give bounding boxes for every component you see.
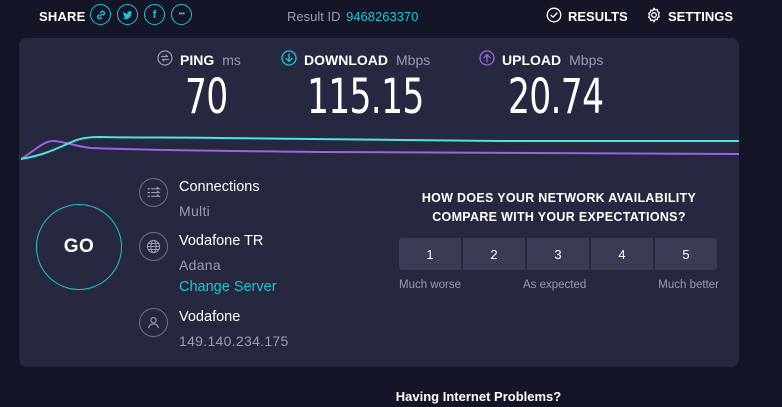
settings-button[interactable]: SETTINGS — [646, 7, 733, 26]
internet-problems-heading: Having Internet Problems? — [395, 389, 562, 404]
rating-button-4[interactable]: 4 — [591, 238, 653, 270]
speed-graph — [20, 135, 739, 160]
server-name: Vodafone TR — [179, 233, 264, 249]
rating-scale: 1 2 3 4 5 — [399, 238, 717, 270]
results-panel: PING ms 70 DOWNLOAD Mbps 115.15 UPLOAD M… — [19, 38, 739, 367]
rating-button-3[interactable]: 3 — [527, 238, 589, 270]
download-unit: Mbps — [396, 51, 431, 68]
upload-value: 20.74 — [508, 69, 604, 125]
connections-value: Multi — [179, 203, 211, 219]
rating-button-1[interactable]: 1 — [399, 238, 461, 270]
change-server-link[interactable]: Change Server — [179, 279, 277, 295]
upload-header: UPLOAD Mbps — [479, 50, 640, 69]
rating-button-2[interactable]: 2 — [463, 238, 525, 270]
ping-value: 70 — [185, 69, 228, 125]
upload-label: UPLOAD — [502, 51, 562, 68]
top-bar: SHARE f ••• Result ID 9468263370 RESULTS… — [0, 0, 782, 34]
link-icon[interactable] — [90, 4, 111, 25]
ping-icon — [157, 50, 173, 69]
check-circle-icon — [546, 7, 562, 26]
ping-unit: ms — [222, 51, 241, 68]
ping-label: PING — [180, 51, 215, 68]
result-id-value[interactable]: 9468263370 — [346, 9, 418, 24]
isp-name: Vodafone — [179, 309, 241, 325]
settings-label: SETTINGS — [668, 9, 734, 24]
download-header: DOWNLOAD Mbps — [281, 50, 469, 69]
rating-mid-label: As expected — [523, 279, 587, 291]
connections-title: Connections — [179, 179, 260, 195]
twitter-icon[interactable] — [117, 4, 138, 25]
isp-ip: 149.140.234.175 — [179, 333, 289, 349]
download-arrow-icon — [281, 50, 297, 69]
share-label: SHARE — [39, 9, 86, 24]
globe-icon — [139, 232, 168, 261]
ping-metric: PING ms 70 — [157, 50, 244, 121]
go-button[interactable]: GO — [36, 204, 122, 290]
rating-button-5[interactable]: 5 — [655, 238, 717, 270]
server-info: Vodafone TR Adana Change Server — [139, 232, 277, 295]
results-label: RESULTS — [568, 9, 628, 24]
gear-icon — [646, 7, 662, 26]
upload-unit: Mbps — [569, 51, 604, 68]
server-location: Adana — [179, 257, 221, 273]
connections-info: Connections Multi — [139, 178, 260, 219]
survey-question: HOW DOES YOUR NETWORK AVAILABILITY COMPA… — [399, 189, 719, 227]
upload-graph-line — [20, 139, 739, 160]
result-id: Result ID 9468263370 — [287, 9, 418, 24]
download-value: 115.15 — [307, 69, 424, 125]
rating-labels: Much worse As expected Much better — [399, 279, 719, 295]
upload-arrow-icon — [479, 50, 495, 69]
isp-info: Vodafone 149.140.234.175 — [139, 308, 289, 349]
upload-metric: UPLOAD Mbps 20.74 — [479, 50, 640, 121]
connections-icon — [139, 178, 168, 207]
rating-high-label: Much better — [658, 279, 719, 291]
download-label: DOWNLOAD — [304, 51, 388, 68]
facebook-icon[interactable]: f — [144, 4, 165, 25]
results-button[interactable]: RESULTS — [546, 7, 628, 26]
download-metric: DOWNLOAD Mbps 115.15 — [281, 50, 469, 121]
ping-header: PING ms — [157, 50, 244, 69]
result-id-label: Result ID — [287, 9, 341, 24]
survey-question-line-2: COMPARE WITH YOUR EXPECTATIONS? — [432, 210, 686, 224]
download-graph-line — [20, 135, 739, 160]
more-icon[interactable]: ••• — [171, 4, 192, 25]
rating-low-label: Much worse — [399, 279, 461, 291]
survey-question-line-1: HOW DOES YOUR NETWORK AVAILABILITY — [421, 191, 697, 205]
share-icons: f ••• — [90, 4, 192, 25]
user-icon — [139, 308, 168, 337]
